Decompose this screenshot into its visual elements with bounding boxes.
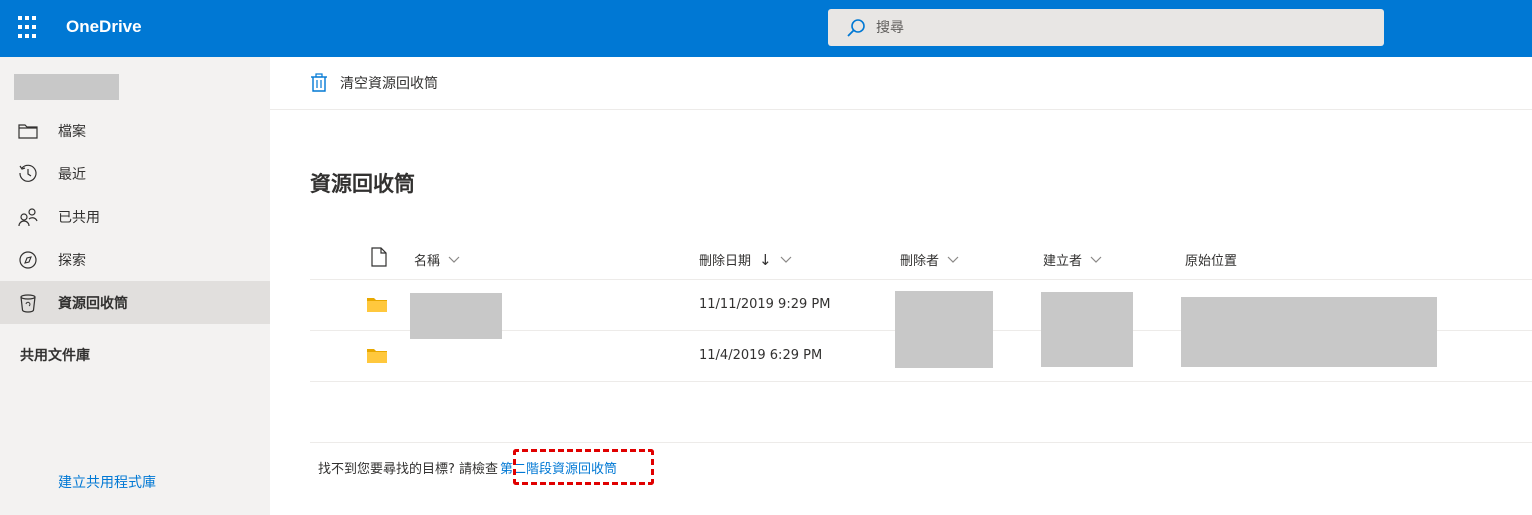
deleted-date-column-header[interactable]: 刪除日期 ↓ [699, 250, 792, 269]
sidebar-item-discover[interactable]: 探索 [0, 238, 270, 281]
table-row[interactable]: 11/11/2019 9:29 PM [310, 280, 1532, 368]
nav-list: 檔案 最近 已共用 探索 資源回收筒 [0, 109, 270, 324]
search-input[interactable] [876, 19, 1356, 36]
column-label: 刪除日期 [699, 254, 752, 269]
sort-descending-icon: ↓ [759, 250, 772, 269]
recent-clock-icon [17, 163, 39, 185]
sidebar-item-recycle-bin[interactable]: 資源回收筒 [0, 281, 270, 324]
shared-people-icon [17, 206, 39, 228]
footer-text: 找不到您要尋找的目標? 請檢查 [318, 462, 499, 477]
column-label: 原始位置 [1185, 254, 1238, 269]
list-header: 名稱 刪除日期 ↓ 刪除者 建立者 原始位置 [310, 240, 1532, 280]
app-title[interactable]: OneDrive [66, 17, 142, 37]
chevron-down-icon [947, 256, 959, 263]
search-icon [847, 18, 865, 37]
table-row[interactable]: 11/4/2019 6:29 PM [310, 331, 1532, 382]
chevron-down-icon [780, 256, 792, 263]
user-name-redacted [14, 74, 119, 100]
sidebar-item-label: 最近 [58, 166, 86, 183]
deleted-by-column-header[interactable]: 刪除者 [900, 250, 959, 269]
folder-icon [367, 349, 387, 363]
sidebar-item-recent[interactable]: 最近 [0, 152, 270, 195]
left-navigation: 檔案 最近 已共用 探索 資源回收筒 共用文件庫 建立共用程式庫 [0, 57, 270, 515]
empty-recycle-bin-label: 清空資源回收筒 [340, 76, 438, 92]
original-location-column-header[interactable]: 原始位置 [1185, 250, 1237, 269]
discover-compass-icon [17, 249, 39, 271]
create-shared-library-link[interactable]: 建立共用程式庫 [58, 472, 156, 492]
shared-libraries-heading: 共用文件庫 [20, 348, 90, 364]
sidebar-item-label: 資源回收筒 [58, 295, 128, 312]
created-by-column-header[interactable]: 建立者 [1043, 250, 1102, 269]
trash-icon [311, 73, 327, 92]
command-bar: 清空資源回收筒 [270, 57, 1532, 110]
chevron-down-icon [1090, 256, 1102, 263]
name-column-header[interactable]: 名稱 [414, 250, 460, 269]
column-label: 建立者 [1043, 254, 1083, 269]
page-title: 資源回收筒 [310, 172, 415, 196]
deleted-date-cell: 11/11/2019 9:29 PM [699, 297, 831, 312]
app-launcher-icon[interactable] [14, 14, 42, 42]
column-label: 名稱 [414, 254, 441, 269]
top-bar: OneDrive [0, 0, 1532, 57]
folder-icon [367, 298, 387, 312]
sidebar-item-label: 已共用 [58, 209, 100, 226]
folder-icon [17, 120, 39, 142]
sidebar-item-files[interactable]: 檔案 [0, 109, 270, 152]
empty-recycle-bin-button[interactable]: 清空資源回收筒 [310, 73, 438, 93]
sidebar-item-shared[interactable]: 已共用 [0, 195, 270, 238]
file-type-column-header[interactable] [371, 247, 387, 267]
recycle-bin-icon [17, 292, 39, 314]
search-box[interactable] [828, 9, 1384, 46]
footer-divider [310, 442, 1532, 443]
sidebar-item-label: 探索 [58, 252, 86, 269]
column-label: 刪除者 [900, 254, 940, 269]
deleted-date-cell: 11/4/2019 6:29 PM [699, 348, 823, 363]
file-type-icon [371, 247, 387, 267]
chevron-down-icon [448, 256, 460, 263]
sidebar-item-label: 檔案 [58, 123, 86, 140]
highlight-annotation [513, 449, 654, 485]
